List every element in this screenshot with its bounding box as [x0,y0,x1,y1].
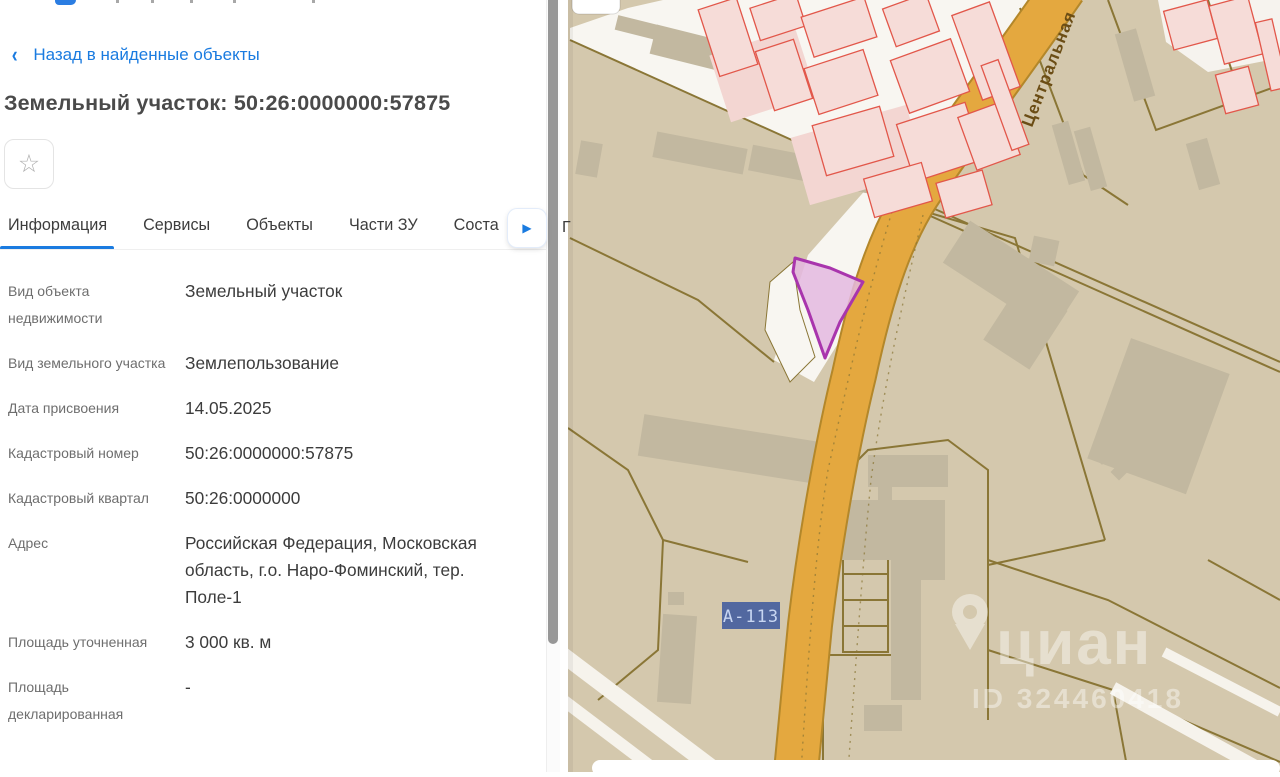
watermark-id: ID 324460418 [972,683,1184,714]
star-icon: ☆ [17,149,41,178]
attribute-value: Российская Федерация, Московская область… [185,533,477,607]
attribute-row: Дата присвоения 14.05.2025 [8,395,540,422]
attribute-label: Кадастровый номер [8,445,139,461]
panel-scrollbar-thumb[interactable] [548,0,558,644]
cropped-text-fragment [233,0,236,3]
cropped-text-fragment [312,0,315,3]
tabs-divider [0,249,546,250]
tab-objects[interactable]: Объекты [246,216,313,235]
back-link-label: Назад в найденные объекты [33,45,260,64]
back-to-results-link[interactable]: ‹ Назад в найденные объекты [11,44,260,66]
chevron-right-icon: ▶ [522,221,532,235]
tab-composition-truncated[interactable]: Соста [454,216,499,235]
cadastral-map[interactable]: Центральная А-113 циан ID 324460418 [558,0,1280,777]
bottom-sheet-edge[interactable] [592,760,1280,776]
attribute-value: 50:26:0000000 [185,488,301,508]
chevron-left-icon: ‹ [11,42,18,67]
cropped-logo-fragment [55,0,76,5]
attribute-label: Дата присвоения [8,400,120,416]
attribute-row: Кадастровый квартал 50:26:0000000 [8,485,540,512]
attribute-value: 50:26:0000000:57875 [185,443,354,463]
cropped-text-fragment [116,0,119,3]
attribute-label: Площадь уточненная [8,634,148,650]
tab-parcel-parts[interactable]: Части ЗУ [349,216,418,235]
tab-information[interactable]: Информация [8,216,107,235]
attribute-value: Землепользование [185,353,340,373]
map-canvas: Центральная А-113 циан ID 324460418 [558,0,1280,777]
map-edge-shadow [568,0,573,772]
attribute-value: - [185,677,191,697]
attribute-row: Площадь декларированная - [8,674,540,728]
attribute-label: Вид земельного участка [8,355,166,371]
attribute-label: Кадастровый квартал [8,490,149,506]
attribute-label: Адрес [8,535,49,551]
attribute-row: Адрес Российская Федерация, Московская о… [8,530,540,611]
attribute-row: Вид земельного участка Землепользование [8,350,540,377]
tab-bar: Информация Сервисы Объекты Части ЗУ Сост… [8,216,499,235]
attribute-row: Кадастровый номер 50:26:0000000:57875 [8,440,540,467]
attribute-value: 14.05.2025 [185,398,272,418]
attribute-value: 3 000 кв. м [185,632,272,652]
attribute-row: Площадь уточненная 3 000 кв. м [8,629,540,656]
page-title: Земельный участок: 50:26:0000000:57875 [4,91,451,115]
attribute-label: Площадь декларированная [8,679,124,722]
cropped-text-fragment [190,0,193,3]
tab-services[interactable]: Сервисы [143,216,210,235]
more-tabs-button[interactable]: ▶ [508,209,546,247]
attribute-value: Земельный участок [185,281,343,301]
hidden-tab-fragment: Г [562,219,571,236]
attribute-label: Вид объекта недвижимости [8,283,103,326]
cropped-text-fragment [151,0,154,3]
watermark-brand: циан [996,609,1152,678]
map-control-button[interactable] [571,0,621,15]
attribute-list: Вид объекта недвижимости Земельный участ… [8,278,540,746]
object-info-panel: ‹ Назад в найденные объекты Земельный уч… [0,0,571,772]
road-badge: А-113 [722,602,780,629]
favorite-button[interactable]: ☆ [4,139,54,189]
attribute-row: Вид объекта недвижимости Земельный участ… [8,278,540,332]
road-badge-label: А-113 [723,607,779,627]
